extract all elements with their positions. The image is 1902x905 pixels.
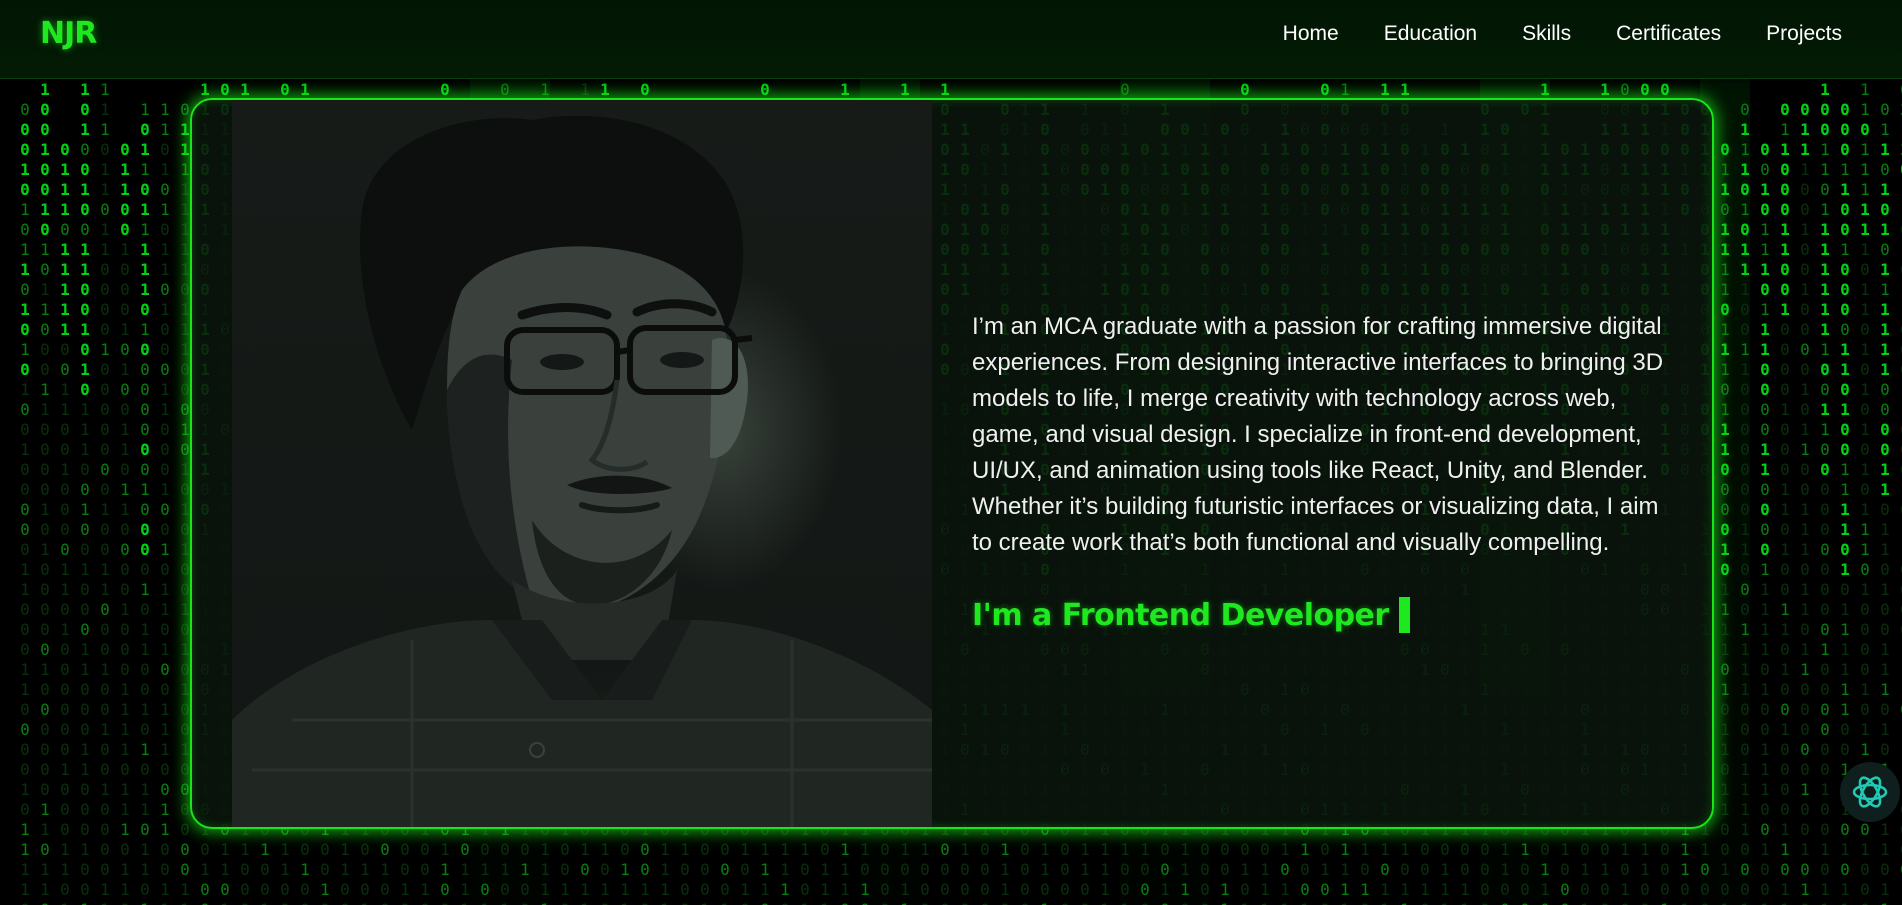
portrait-illustration — [232, 115, 932, 827]
typing-headline: I'm a Frontend Developer — [972, 597, 1410, 633]
typing-text: I'm a Frontend Developer — [972, 597, 1389, 633]
rain-column: 1 1 0 1 0 1 0 1 1 0 1 0 0 0 1 1 0 0 0 1 … — [160, 100, 170, 905]
rain-column: 0 1 1 1 0 1 1 0 1 0 1 1 0 0 0 1 1 0 0 0 … — [1898, 0, 1902, 905]
nav-link-skills[interactable]: Skills — [1522, 22, 1571, 46]
rain-column: 0 1 1 0 0 0 1 1 0 0 1 0 0 0 0 1 0 0 0 1 … — [1780, 100, 1790, 905]
profile-photo — [232, 100, 932, 827]
rain-column: 0 0 1 0 1 1 1 0 1 1 1 0 0 0 0 1 1 0 0 0 … — [1760, 140, 1770, 905]
rain-column: 1 0 0 1 0 0 1 0 1 0 1 1 0 0 0 1 1 0 0 0 … — [40, 80, 50, 905]
nav-links: Home Education Skills Certificates Proje… — [1283, 22, 1842, 46]
rain-column: 0 1 1 1 0 1 1 1 1 1 0 0 1 1 0 0 1 0 0 0 … — [60, 140, 70, 905]
rain-column: 0 1 1 0 0 1 0 0 0 1 0 1 0 0 1 1 0 1 1 0 … — [120, 140, 130, 905]
rain-column: 0 1 1 1 0 0 1 0 0 1 0 0 0 0 1 0 1 1 0 0 … — [1800, 100, 1810, 905]
nav-link-certificates[interactable]: Certificates — [1616, 22, 1721, 46]
rain-column: 0 1 1 0 1 1 1 1 0 1 1 1 0 1 1 1 0 0 0 0 … — [1720, 140, 1730, 905]
logo[interactable]: NJR — [40, 16, 97, 51]
openai-icon — [1852, 776, 1888, 808]
hero-card: I’m an MCA graduate with a passion for c… — [190, 98, 1714, 829]
rain-column: 1 0 1 0 0 1 0 0 1 1 0 0 1 0 1 0 1 1 1 0 … — [80, 80, 90, 905]
typing-cursor — [1398, 597, 1410, 633]
ai-assistant-button[interactable] — [1840, 762, 1900, 822]
about-paragraph: I’m an MCA graduate with a passion for c… — [972, 313, 1664, 556]
rain-column: 0 0 0 1 0 1 0 1 1 0 1 0 1 0 1 0 0 1 0 0 … — [20, 100, 30, 905]
rain-column: 0 1 1 1 0 1 0 1 1 1 0 0 1 1 0 0 0 0 0 0 … — [1740, 100, 1750, 905]
nav-link-home[interactable]: Home — [1283, 22, 1339, 46]
nav-link-education[interactable]: Education — [1384, 22, 1477, 46]
rain-column: 1 1 1 0 1 1 0 1 1 0 0 0 0 1 0 0 0 0 0 0 … — [100, 80, 110, 905]
navbar: NJR Home Education Skills Certificates P… — [0, 0, 1902, 79]
rain-column: 1 0 0 1 1 0 1 1 1 1 1 1 1 1 0 0 1 1 0 0 … — [1820, 80, 1830, 905]
rain-column: 1 0 1 1 0 1 1 1 1 1 0 1 0 0 0 0 0 0 0 1 … — [140, 100, 150, 905]
nav-link-projects[interactable]: Projects — [1766, 22, 1842, 46]
